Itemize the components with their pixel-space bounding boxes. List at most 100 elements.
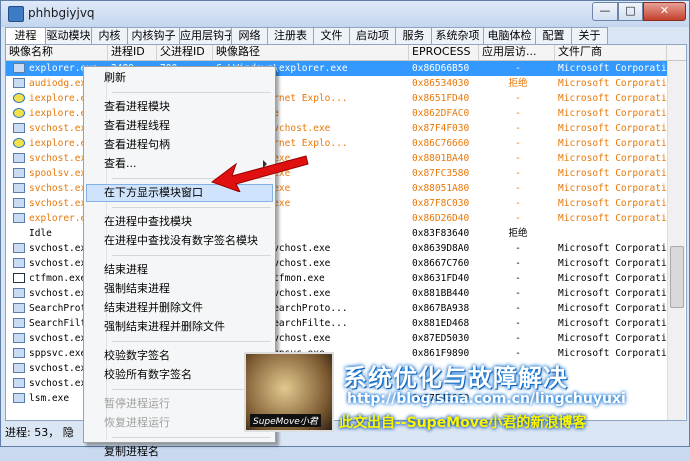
menu-item-14[interactable]: 结束进程并删除文件	[86, 299, 273, 317]
ie-icon	[13, 108, 25, 118]
cell-eproc: 0x8801BA40	[412, 153, 470, 164]
menu-item-label: 恢复进程运行	[104, 416, 170, 429]
menu-item-label: 刷新	[104, 71, 126, 84]
app-icon	[13, 393, 25, 403]
maximize-button[interactable]: □	[618, 2, 643, 21]
cell-vendor: Microsoft Corporation	[558, 123, 666, 134]
menu-item-23[interactable]: 复制进程名	[86, 443, 273, 461]
app-icon	[13, 303, 25, 313]
menu-item-label: 结束进程	[104, 263, 148, 276]
tab-13[interactable]: 关于	[571, 27, 608, 44]
cell-eproc: 0x87F4F030	[412, 123, 470, 134]
watermark-signature: SupeMove小君	[250, 414, 321, 427]
close-button[interactable]: ✕	[643, 2, 686, 21]
cell-eproc: 0x881ED468	[412, 318, 470, 329]
cell-vendor: Microsoft Corporation	[558, 333, 666, 344]
menu-item-13[interactable]: 强制结束进程	[86, 280, 273, 298]
cell-access: -	[515, 303, 521, 314]
app-icon	[13, 198, 25, 208]
cell-access: -	[515, 63, 521, 74]
menu-item-label: 查看进程模块	[104, 100, 170, 113]
tab-11[interactable]: 电脑体检	[483, 27, 536, 44]
app-icon	[13, 153, 25, 163]
tab-8[interactable]: 启动项	[349, 27, 396, 44]
column-header-2[interactable]: 父进程ID	[157, 45, 213, 60]
cell-eproc: 0x83F83640	[412, 228, 470, 239]
tab-2[interactable]: 内核	[91, 27, 128, 44]
app-icon	[13, 258, 25, 268]
cell-access: -	[515, 168, 521, 179]
tab-3[interactable]: 内核钩子	[127, 27, 180, 44]
menu-item-15[interactable]: 强制结束进程并删除文件	[86, 318, 273, 336]
menu-separator	[112, 92, 271, 93]
column-header-4[interactable]: EPROCESS	[409, 45, 479, 60]
app-icon	[13, 378, 25, 388]
app-icon	[13, 243, 25, 253]
menu-separator	[112, 255, 271, 256]
vertical-scrollbar[interactable]	[667, 61, 685, 420]
tab-5[interactable]: 网络	[231, 27, 268, 44]
menu-item-9[interactable]: 在进程中查找模块	[86, 213, 273, 231]
column-header-1[interactable]: 进程ID	[108, 45, 157, 60]
cell-eproc: 0x86534030	[412, 78, 470, 89]
cell-eproc: 0x88051A80	[412, 183, 470, 194]
menu-item-label: 在进程中查找模块	[104, 215, 192, 228]
cell-vendor: Microsoft Corporation	[558, 288, 666, 299]
minimize-button[interactable]: —	[592, 2, 618, 21]
menu-item-12[interactable]: 结束进程	[86, 261, 273, 279]
tab-10[interactable]: 系统杂项	[431, 27, 484, 44]
cell-eproc: 0x8651FD40	[412, 93, 470, 104]
column-header-3[interactable]: 映像路径	[213, 45, 409, 60]
tab-12[interactable]: 配置	[535, 27, 572, 44]
menu-separator	[112, 341, 271, 342]
cell-access: 拒绝	[508, 228, 528, 239]
app-icon	[13, 168, 25, 178]
app-icon	[13, 123, 25, 133]
menu-item-label: 在下方显示模块窗口	[104, 186, 203, 199]
menu-item-2[interactable]: 查看进程模块	[86, 98, 273, 116]
cell-vendor: Microsoft Corporation	[558, 243, 666, 254]
tab-9[interactable]: 服务	[395, 27, 432, 44]
tab-1[interactable]: 驱动模块	[45, 27, 92, 44]
cell-vendor: Microsoft Corporation	[558, 108, 666, 119]
cell-vendor: Microsoft Corporation	[558, 303, 666, 314]
cell-vendor: Microsoft Corporation	[558, 183, 666, 194]
menu-item-label: 在进程中查找没有数字签名模块	[104, 234, 258, 247]
tab-7[interactable]: 文件	[313, 27, 350, 44]
cell-eproc: 0x867BA938	[412, 303, 470, 314]
cell-access: -	[515, 153, 521, 164]
cell-access: -	[515, 108, 521, 119]
cell-access: -	[515, 333, 521, 344]
column-header-0[interactable]: 映像名称	[6, 45, 108, 60]
menu-item-label: 校验所有数字签名	[104, 368, 192, 381]
column-header-6[interactable]: 文件厂商	[555, 45, 667, 60]
ie-icon	[13, 93, 25, 103]
watermark-title: 系统优化与故障解决	[343, 364, 568, 392]
scrollbar-thumb[interactable]	[670, 246, 684, 308]
column-header-5[interactable]: 应用层访...	[479, 45, 555, 60]
cell-vendor: Microsoft Corporation	[558, 258, 666, 269]
cell-eproc: 0x862DFAC0	[412, 108, 470, 119]
menu-separator	[112, 437, 271, 438]
menu-item-0[interactable]: 刷新	[86, 69, 273, 87]
cell-access: -	[515, 138, 521, 149]
cell-eproc: 0x87FC3580	[412, 168, 470, 179]
cell-access: 拒绝	[508, 78, 528, 89]
menu-item-label: 暂停进程运行	[104, 397, 170, 410]
menu-item-3[interactable]: 查看进程线程	[86, 117, 273, 135]
cell-eproc: 0x8639D8A0	[412, 243, 470, 254]
title-bar[interactable]: phhbgiyjvq — □ ✕	[1, 1, 689, 27]
folder-icon	[13, 213, 25, 223]
menu-item-10[interactable]: 在进程中查找没有数字签名模块	[86, 232, 273, 250]
cell-access: -	[515, 243, 521, 254]
cell-vendor: Microsoft Corporation	[558, 273, 666, 284]
cell-eproc: 0x881BB440	[412, 288, 470, 299]
cell-access: -	[515, 123, 521, 134]
tab-0[interactable]: 进程	[5, 27, 46, 45]
cell-vendor: Microsoft Corporation	[558, 213, 666, 224]
app-icon	[13, 333, 25, 343]
tab-6[interactable]: 注册表	[267, 27, 314, 44]
app-icon	[8, 6, 24, 22]
cell-access: -	[515, 183, 521, 194]
tab-4[interactable]: 应用层钩子	[179, 27, 232, 44]
